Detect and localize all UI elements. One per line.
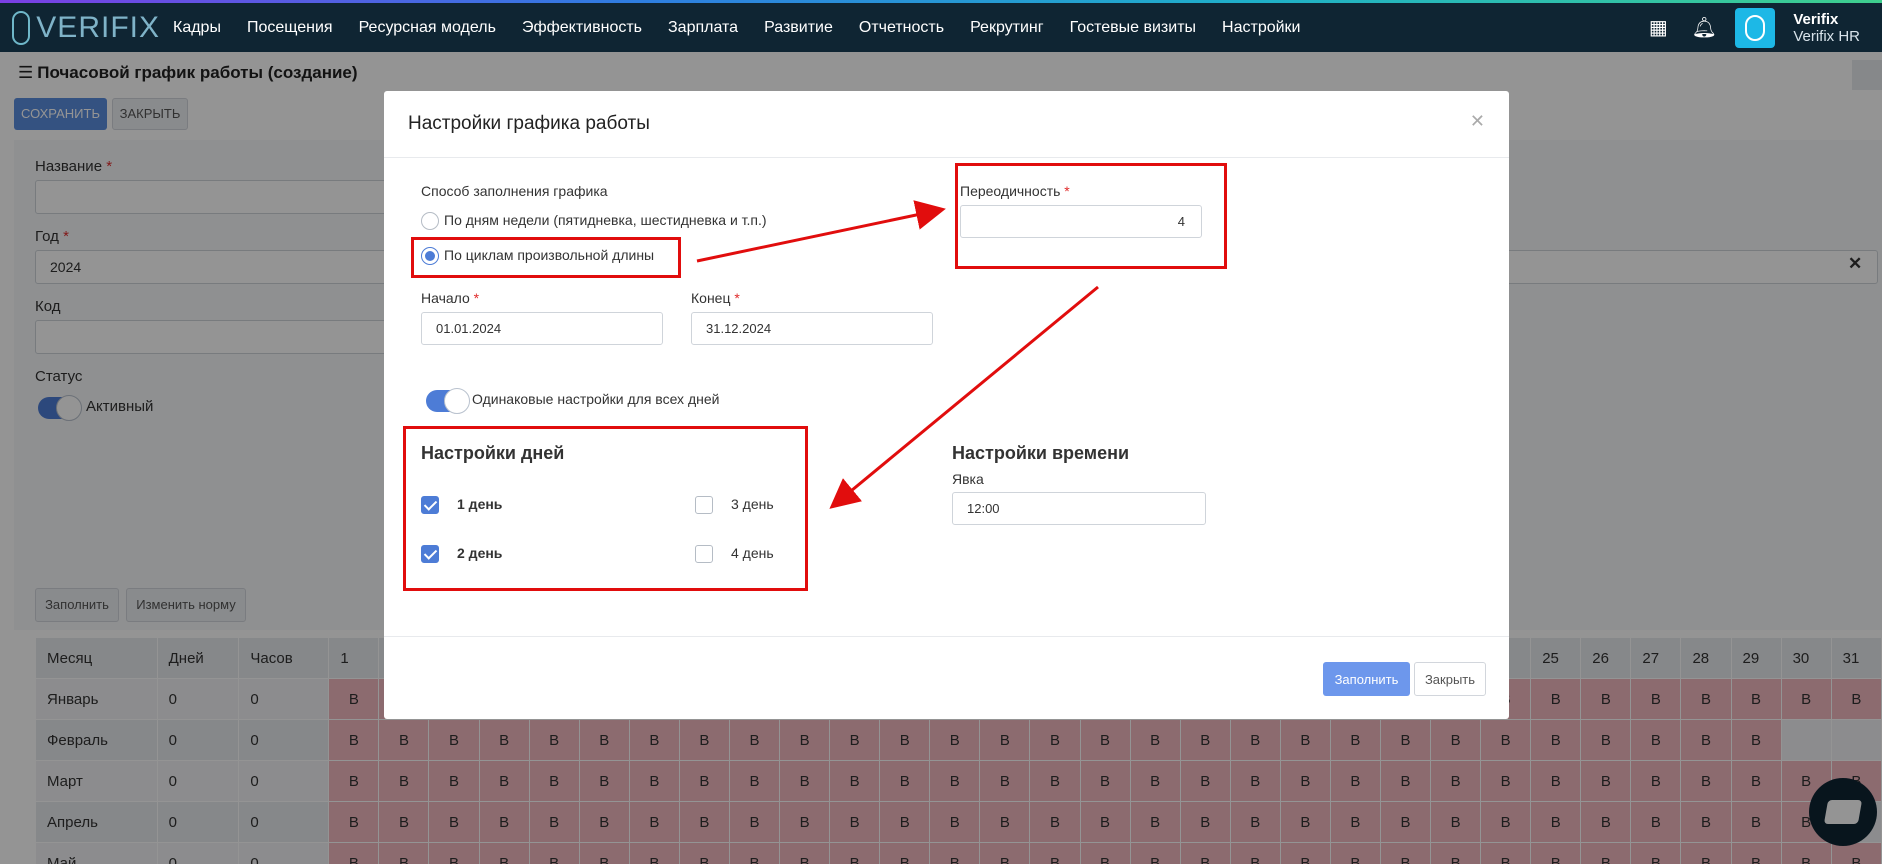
fill-method-label: Способ заполнения графика: [421, 183, 608, 199]
schedule-settings-modal: Настройки графика работы ✕ Способ заполн…: [384, 91, 1509, 719]
modal-title: Настройки графика работы: [408, 113, 650, 134]
nav-item-guest-visits[interactable]: Гостевые визиты: [1057, 2, 1209, 54]
user-name: Verifix: [1793, 10, 1839, 28]
annotation-box-days: [403, 426, 808, 591]
apps-grid-icon[interactable]: ▦: [1635, 15, 1681, 40]
nav-item-development[interactable]: Развитие: [751, 2, 846, 54]
time-settings-title: Настройки времени: [952, 443, 1130, 463]
end-date-input[interactable]: 31.12.2024: [691, 312, 933, 345]
end-label: Конец *: [691, 290, 740, 306]
user-menu[interactable]: Verifix Verifix HR: [1793, 11, 1860, 45]
fingerprint-button[interactable]: [1735, 7, 1776, 48]
close-icon[interactable]: ✕: [1470, 111, 1485, 132]
start-date-input[interactable]: 01.01.2024: [421, 312, 663, 345]
nav-item-resource-model[interactable]: Ресурсная модель: [346, 2, 509, 54]
logo-text: VERIFIX: [36, 10, 160, 44]
nav-item-kadry[interactable]: Кадры: [160, 2, 234, 54]
same-settings-toggle[interactable]: [426, 388, 470, 414]
option-weekdays-label[interactable]: По дням недели (пятидневка, шестидневка …: [444, 212, 767, 228]
nav-item-settings[interactable]: Настройки: [1209, 2, 1313, 54]
annotation-box-cycles: [411, 237, 681, 278]
nav-item-recruiting[interactable]: Рекрутинг: [957, 2, 1057, 54]
modal-fill-button[interactable]: Заполнить: [1323, 662, 1410, 696]
nav-item-efficiency[interactable]: Эффективность: [509, 2, 655, 54]
top-right-tools: ▦ 🔔︎ Verifix Verifix HR: [1635, 3, 1882, 52]
top-nav-bar: VERIFIX Кадры Посещения Ресурсная модель…: [0, 0, 1882, 52]
arrival-time-input[interactable]: 12:00: [952, 492, 1206, 525]
start-label: Начало *: [421, 290, 480, 306]
same-settings-label: Одинаковые настройки для всех дней: [472, 391, 720, 407]
fingerprint-logo-icon: [12, 10, 31, 45]
modal-header-divider: [384, 157, 1509, 158]
radio-weekdays[interactable]: [421, 212, 439, 230]
modal-close-button[interactable]: Закрыть: [1414, 662, 1486, 696]
modal-footer-divider: [384, 636, 1509, 637]
annotation-box-periodicity: [955, 163, 1227, 269]
verifix-logo[interactable]: VERIFIX: [0, 10, 160, 45]
user-company: Verifix HR: [1793, 27, 1860, 45]
nav-item-reports[interactable]: Отчетность: [846, 2, 957, 54]
nav-item-salary[interactable]: Зарплата: [655, 2, 751, 54]
fingerprint-icon: [1745, 14, 1766, 41]
nav-item-attendance[interactable]: Посещения: [234, 2, 346, 54]
arrival-label: Явка: [952, 471, 984, 487]
bell-icon[interactable]: 🔔︎: [1681, 15, 1727, 40]
main-nav: Кадры Посещения Ресурсная модель Эффекти…: [160, 3, 1313, 52]
